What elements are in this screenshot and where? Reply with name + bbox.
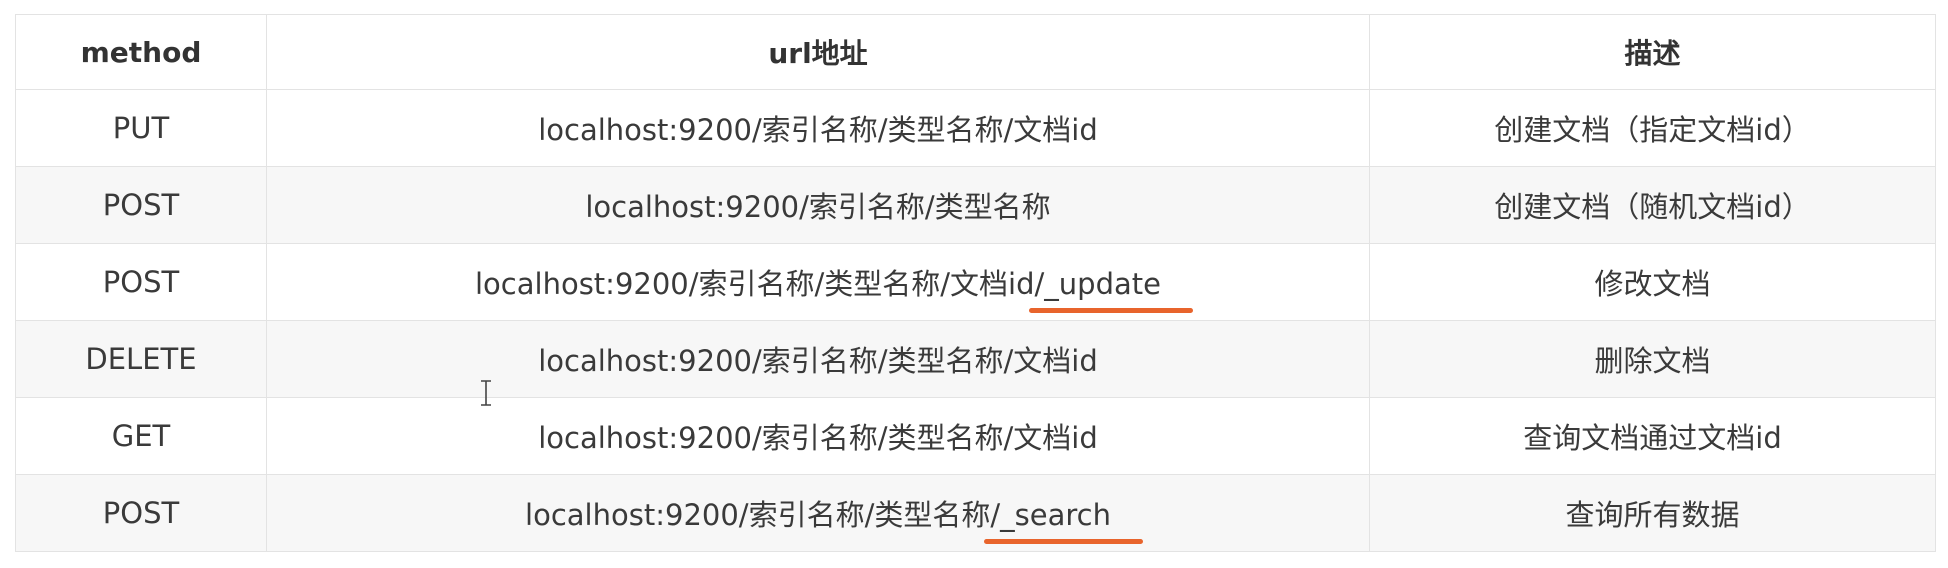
table-body: PUT localhost:9200/索引名称/类型名称/文档id 创建文档（指… [15,89,1936,552]
cell-url: localhost:9200/索引名称/类型名称/文档id [266,320,1370,398]
cell-url: localhost:9200/索引名称/类型名称 [266,166,1370,244]
text-cursor-icon [479,380,493,406]
url-highlight-update: /_update [1028,267,1194,313]
cell-method: GET [15,397,267,475]
cell-description: 修改文档 [1369,243,1936,321]
cell-url: localhost:9200/索引名称/类型名称/文档id [266,397,1370,475]
table-row: DELETE localhost:9200/索引名称/类型名称/文档id 删除文… [15,320,1936,398]
header-url: url地址 [266,14,1370,90]
cell-url: localhost:9200/索引名称/类型名称/文档id/_update [266,243,1370,321]
cell-description: 查询文档通过文档id [1369,397,1936,475]
url-text: localhost:9200/索引名称/类型名称/文档id [475,267,1035,301]
table-row: POST localhost:9200/索引名称/类型名称 创建文档（随机文档i… [15,166,1936,244]
table-row: POST localhost:9200/索引名称/类型名称/_search 查询… [15,474,1936,552]
table-row: PUT localhost:9200/索引名称/类型名称/文档id 创建文档（指… [15,89,1936,167]
table-header: method url地址 描述 [15,14,1936,90]
table-row: GET localhost:9200/索引名称/类型名称/文档id 查询文档通过… [15,397,1936,475]
header-method: method [15,14,267,90]
url-highlight-search: /_search [984,498,1143,544]
url-text: localhost:9200/索引名称/类型名称 [585,190,1051,224]
url-text: localhost:9200/索引名称/类型名称/文档id [538,344,1098,378]
cell-description: 查询所有数据 [1369,474,1936,552]
cell-method: POST [15,166,267,244]
rest-api-table: method url地址 描述 PUT localhost:9200/索引名称/… [15,14,1936,552]
cell-url: localhost:9200/索引名称/类型名称/文档id [266,89,1370,167]
cell-url: localhost:9200/索引名称/类型名称/_search [266,474,1370,552]
header-description: 描述 [1369,14,1936,90]
header-row: method url地址 描述 [15,14,1936,90]
rest-api-table-container: method url地址 描述 PUT localhost:9200/索引名称/… [15,14,1936,552]
url-text: localhost:9200/索引名称/类型名称 [525,498,991,532]
cell-description: 删除文档 [1369,320,1936,398]
cell-description: 创建文档（指定文档id） [1369,89,1936,167]
cell-method: DELETE [15,320,267,398]
table-row: POST localhost:9200/索引名称/类型名称/文档id/_upda… [15,243,1936,321]
cell-method: PUT [15,89,267,167]
url-text: localhost:9200/索引名称/类型名称/文档id [538,113,1098,147]
cell-method: POST [15,243,267,321]
url-text: localhost:9200/索引名称/类型名称/文档id [538,421,1098,455]
cell-description: 创建文档（随机文档id） [1369,166,1936,244]
cell-method: POST [15,474,267,552]
